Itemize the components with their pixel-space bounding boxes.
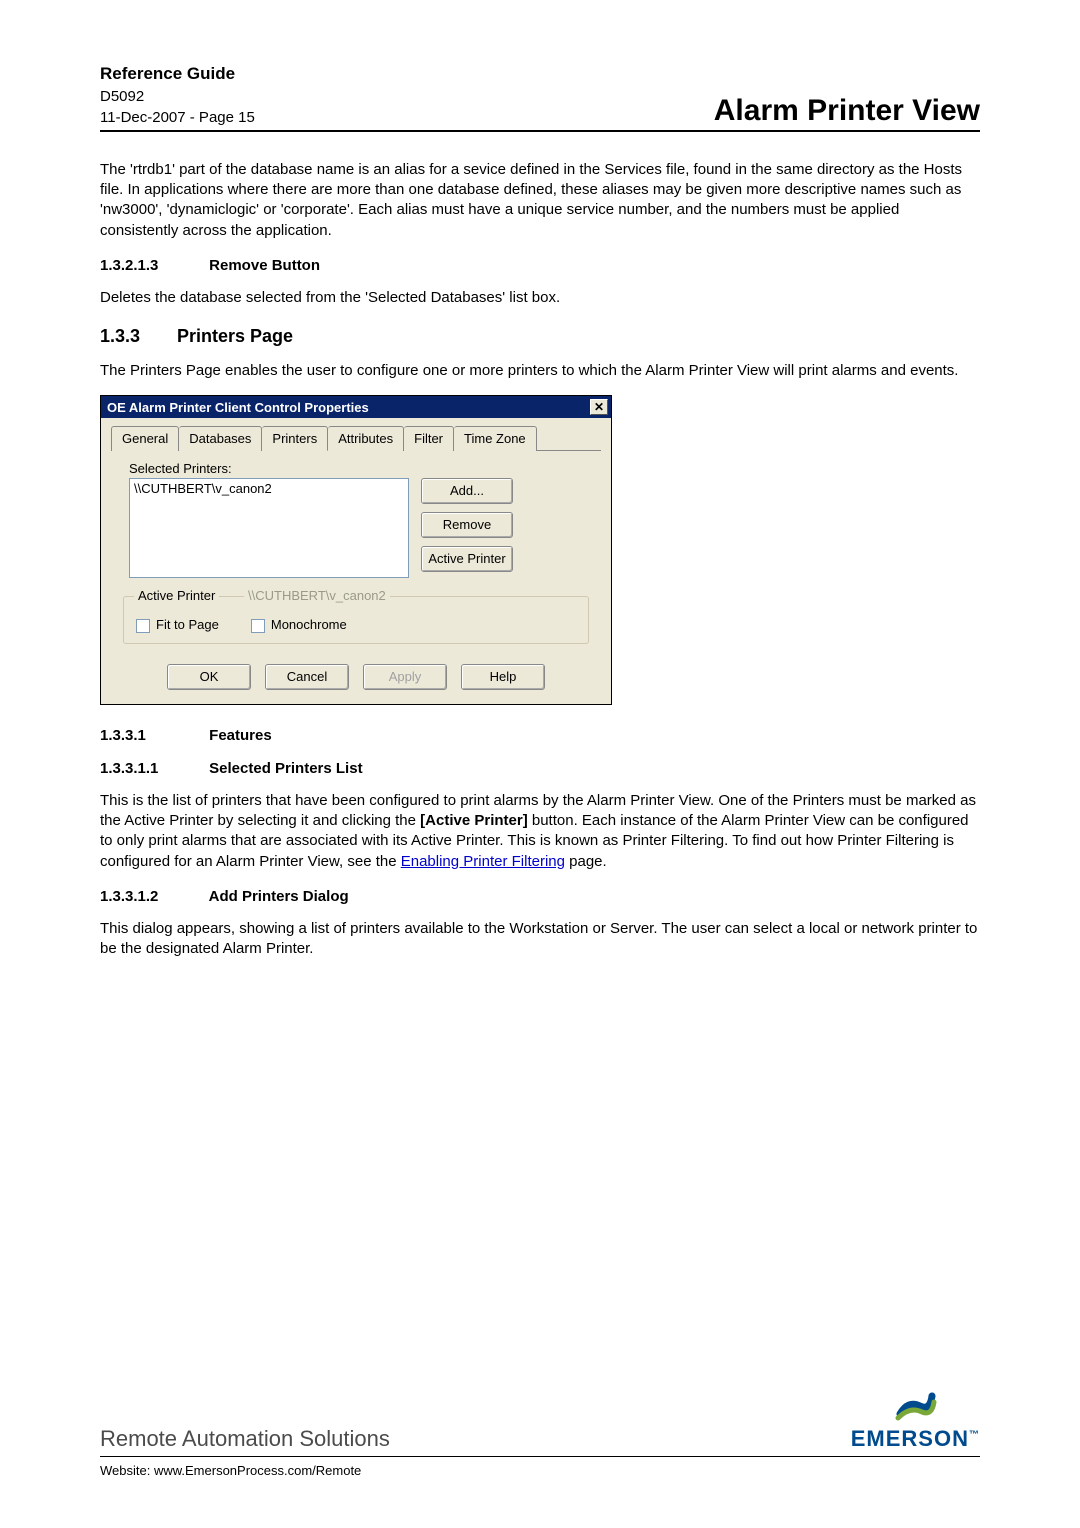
helix-icon	[890, 1386, 940, 1424]
remove-button[interactable]: Remove	[421, 512, 513, 538]
heading-features: 1.3.3.1 Features	[100, 727, 980, 744]
tab-general[interactable]: General	[111, 426, 179, 451]
cancel-button[interactable]: Cancel	[265, 664, 349, 690]
tab-printers[interactable]: Printers	[262, 426, 328, 451]
heading-number: 1.3.3	[100, 326, 172, 347]
guide-title: Reference Guide	[100, 62, 255, 86]
fit-to-page-checkbox[interactable]: Fit to Page	[136, 617, 219, 633]
ok-button[interactable]: OK	[167, 664, 251, 690]
heading-printers-page: 1.3.3 Printers Page	[100, 326, 980, 347]
heading-text: Features	[209, 727, 272, 744]
date-page: 11-Dec-2007 - Page 15	[100, 107, 255, 128]
paragraph-remove: Deletes the database selected from the '…	[100, 288, 980, 308]
paragraph-add-printers: This dialog appears, showing a list of p…	[100, 919, 980, 960]
apply-button[interactable]: Apply	[363, 664, 447, 690]
selected-printers-listbox[interactable]: \\CUTHBERT\v_canon2	[129, 478, 409, 578]
paragraph-rtrdb: The 'rtrdb1' part of the database name i…	[100, 160, 980, 241]
tab-timezone[interactable]: Time Zone	[454, 426, 537, 451]
dialog-title: OE Alarm Printer Client Control Properti…	[107, 400, 369, 415]
heading-text: Selected Printers List	[209, 760, 362, 777]
page-header: Reference Guide D5092 11-Dec-2007 - Page…	[100, 62, 980, 132]
emerson-logo: EMERSON™	[851, 1386, 980, 1452]
help-button[interactable]: Help	[461, 664, 545, 690]
heading-text: Printers Page	[177, 326, 293, 346]
enabling-printer-filtering-link[interactable]: Enabling Printer Filtering	[401, 853, 565, 870]
heading-text: Add Printers Dialog	[209, 888, 349, 905]
checkbox-icon	[136, 619, 150, 633]
heading-number: 1.3.3.1.2	[100, 888, 205, 905]
page-footer: Remote Automation Solutions EMERSON™ Web…	[100, 1386, 980, 1478]
properties-dialog: OE Alarm Printer Client Control Properti…	[100, 395, 612, 705]
heading-selected-printers-list: 1.3.3.1.1 Selected Printers List	[100, 760, 980, 777]
dialog-titlebar[interactable]: OE Alarm Printer Client Control Properti…	[101, 396, 611, 418]
section-title: Alarm Printer View	[714, 94, 980, 128]
footer-brand: Remote Automation Solutions	[100, 1426, 390, 1452]
add-button[interactable]: Add...	[421, 478, 513, 504]
paragraph-printers-page: The Printers Page enables the user to co…	[100, 361, 980, 381]
footer-website: Website: www.EmersonProcess.com/Remote	[100, 1463, 980, 1478]
tab-strip: General Databases Printers Attributes Fi…	[111, 426, 601, 451]
heading-number: 1.3.3.1	[100, 727, 205, 744]
heading-number: 1.3.3.1.1	[100, 760, 205, 777]
heading-text: Remove Button	[209, 257, 320, 274]
heading-number: 1.3.2.1.3	[100, 257, 205, 274]
heading-add-printers-dialog: 1.3.3.1.2 Add Printers Dialog	[100, 888, 980, 905]
close-icon[interactable]: ✕	[590, 399, 608, 415]
active-printer-bold: [Active Printer]	[420, 812, 528, 829]
doc-id: D5092	[100, 86, 255, 107]
active-printer-button[interactable]: Active Printer	[421, 546, 513, 572]
monochrome-checkbox[interactable]: Monochrome	[251, 617, 347, 633]
checkbox-icon	[251, 619, 265, 633]
groupbox-legend: Active Printer	[134, 588, 219, 603]
tab-filter[interactable]: Filter	[404, 426, 454, 451]
tab-databases[interactable]: Databases	[179, 426, 262, 451]
paragraph-selected-printers: This is the list of printers that have b…	[100, 791, 980, 872]
heading-remove-button: 1.3.2.1.3 Remove Button	[100, 257, 980, 274]
active-printer-groupbox: Active Printer \\CUTHBERT\v_canon2 Fit t…	[123, 596, 589, 644]
tab-attributes[interactable]: Attributes	[328, 426, 404, 451]
list-item[interactable]: \\CUTHBERT\v_canon2	[134, 481, 404, 496]
selected-printers-label: Selected Printers:	[129, 461, 601, 476]
active-printer-name: \\CUTHBERT\v_canon2	[244, 588, 390, 603]
emerson-wordmark: EMERSON™	[851, 1426, 980, 1452]
